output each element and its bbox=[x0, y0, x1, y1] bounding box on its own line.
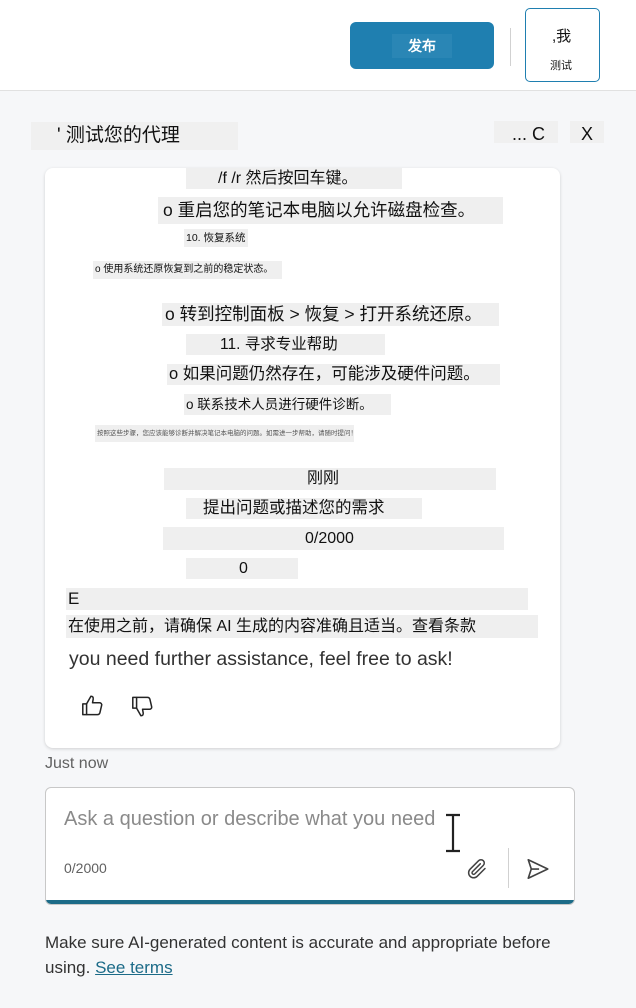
thumbs-up-icon[interactable] bbox=[78, 692, 106, 720]
close-button[interactable]: X bbox=[570, 121, 604, 144]
message-line: o 使用系统还原恢复到之前的稳定状态。 bbox=[93, 261, 282, 279]
message-line: 按照这些步骤，您应该能够诊断并解决笔记本电脑的问题。如需进一步帮助，请随时提问！ bbox=[95, 425, 354, 442]
message-line: /f /r 然后按回车键。 bbox=[186, 168, 402, 189]
panel-title: ' 测试您的代理 bbox=[31, 122, 238, 150]
disclaimer: Make sure AI-generated content is accura… bbox=[45, 930, 565, 980]
message-line: 0 bbox=[186, 558, 298, 579]
message-line: o 重启您的笔记本电脑以允许磁盘检查。 bbox=[158, 197, 503, 224]
character-counter: 0/2000 bbox=[64, 860, 107, 876]
test-agent-button[interactable]: ,我 测试 bbox=[525, 8, 600, 82]
composer-divider bbox=[508, 848, 509, 888]
test-button-label: 测试 bbox=[550, 60, 572, 72]
message-line: E bbox=[66, 588, 528, 610]
publish-button-label: 发布 bbox=[392, 33, 452, 58]
thumbs-down-icon[interactable] bbox=[128, 692, 156, 720]
input-focus-underline bbox=[46, 900, 574, 904]
more-options-button[interactable]: ... C bbox=[494, 121, 558, 144]
bot-message-card: /f /r 然后按回车键。 o 重启您的笔记本电脑以允许磁盘检查。 10. 恢复… bbox=[45, 168, 560, 748]
message-line: 在使用之前，请确保 AI 生成的内容准确且适当。查看条款 bbox=[66, 615, 538, 638]
publish-button[interactable]: 发布 bbox=[350, 22, 494, 69]
message-line: o 如果问题仍然存在，可能涉及硬件问题。 bbox=[167, 364, 500, 385]
paperclip-icon[interactable] bbox=[462, 852, 492, 886]
message-text-english: you need further assistance, feel free t… bbox=[69, 648, 453, 670]
message-line: 11. 寻求专业帮助 bbox=[186, 334, 385, 355]
message-timestamp: Just now bbox=[45, 755, 109, 772]
message-line: 10. 恢复系统 bbox=[184, 229, 248, 247]
toolbar-divider bbox=[510, 28, 511, 66]
send-icon[interactable] bbox=[522, 852, 554, 886]
message-line: 0/2000 bbox=[163, 527, 504, 550]
test-button-icon-text: ,我 bbox=[552, 28, 572, 45]
chat-input-box: 0/2000 bbox=[45, 787, 575, 905]
text-cursor-icon bbox=[442, 812, 464, 854]
message-line: o 联系技术人员进行硬件诊断。 bbox=[184, 394, 391, 415]
message-line: 提出问题或描述您的需求 bbox=[186, 498, 422, 519]
see-terms-link[interactable]: See terms bbox=[95, 958, 172, 977]
message-line: 刚刚 bbox=[164, 468, 496, 490]
message-line: o 转到控制面板 > 恢复 > 打开系统还原。 bbox=[162, 303, 499, 326]
